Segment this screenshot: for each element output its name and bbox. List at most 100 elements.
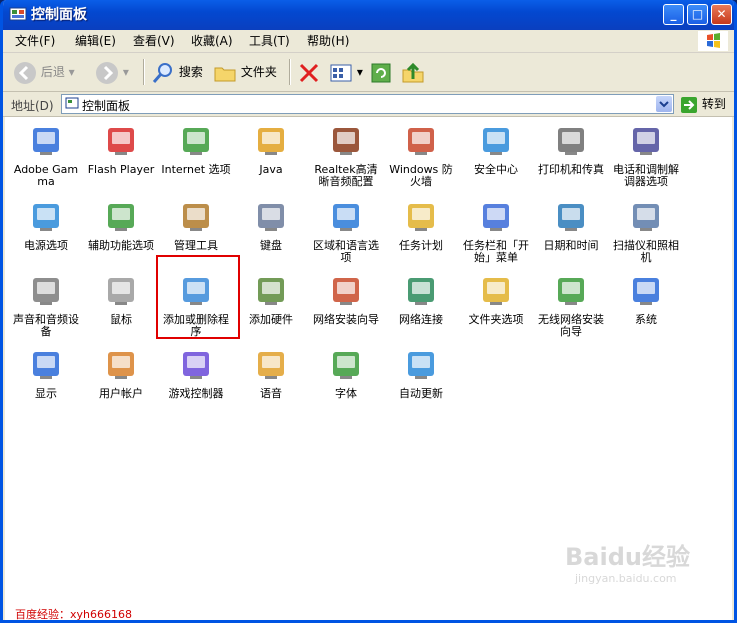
control-panel-item[interactable]: Adobe Gamma: [10, 123, 82, 188]
control-panel-item-label: 字体: [335, 387, 357, 400]
address-value: 控制面板: [82, 99, 131, 113]
go-label: 转到: [701, 97, 726, 111]
control-panel-item[interactable]: 安全中心: [460, 123, 532, 176]
control-panel-item[interactable]: 添加或删除程序: [160, 273, 232, 338]
system-icon: [633, 278, 659, 305]
control-panel-item-label: Java: [259, 163, 283, 176]
control-panel-item-label: 网络连接: [399, 313, 443, 326]
menu-view[interactable]: 查看(V): [133, 34, 175, 48]
firewall-icon: [408, 128, 434, 155]
accessibility-icon: [108, 204, 134, 231]
up-folder-button[interactable]: [401, 59, 425, 85]
toolbar: 后退 ▾ ▾ 搜索 文件夹 ▾: [3, 53, 734, 92]
control-panel-item[interactable]: Flash Player: [85, 123, 157, 176]
taskbar-icon: [483, 204, 509, 231]
control-panel-item[interactable]: 语音: [235, 347, 307, 400]
menu-file[interactable]: 文件(F): [15, 34, 55, 48]
menu-tools[interactable]: 工具(T): [249, 34, 290, 48]
back-button[interactable]: 后退 ▾: [13, 59, 75, 85]
keyboard-icon: [258, 204, 284, 231]
toolbar-separator: [143, 59, 145, 85]
delete-x-icon: [299, 63, 319, 82]
menu-help[interactable]: 帮助(H): [307, 34, 349, 48]
folder-icon: [214, 67, 236, 81]
control-panel-item[interactable]: 显示: [10, 347, 82, 400]
control-panel-item[interactable]: Realtek高清晰音频配置: [310, 123, 382, 188]
control-panel-item-label: 任务计划: [399, 239, 443, 252]
control-panel-item[interactable]: 任务栏和「开始」菜单: [460, 199, 532, 264]
control-panel-item[interactable]: Internet 选项: [160, 123, 232, 176]
printer-icon: [558, 128, 584, 155]
search-button[interactable]: 搜索: [151, 59, 203, 85]
views-button[interactable]: ▾: [329, 59, 363, 85]
close-button[interactable]: ✕: [711, 4, 732, 25]
wireless-icon: [558, 278, 584, 305]
control-panel-item-label: Windows 防火墙: [389, 163, 453, 188]
title-bar[interactable]: 控制面板 _ □ ✕: [3, 0, 734, 30]
shield-icon: [483, 128, 509, 155]
control-panel-item[interactable]: 网络安装向导: [310, 273, 382, 326]
control-panel-item-label: 游戏控制器: [168, 387, 224, 400]
refresh-button[interactable]: [369, 59, 393, 85]
minimize-button[interactable]: _: [663, 4, 684, 25]
refresh-icon: [371, 63, 391, 82]
control-panel-item[interactable]: 电话和调制解调器选项: [610, 123, 682, 188]
control-panel-item[interactable]: 日期和时间: [535, 199, 607, 252]
control-panel-item[interactable]: 网络连接: [385, 273, 457, 326]
toolbar-separator: [289, 59, 291, 85]
control-panel-item[interactable]: 管理工具: [160, 199, 232, 252]
address-bar: 地址(D) 控制面板 转到: [3, 92, 734, 117]
windows-update-icon: [408, 352, 434, 379]
mouse-icon: [108, 278, 134, 305]
control-panel-item[interactable]: 电源选项: [10, 199, 82, 252]
control-panel-item[interactable]: 鼠标: [85, 273, 157, 326]
control-panel-item-label: 鼠标: [110, 313, 132, 326]
display-icon: [33, 352, 59, 379]
control-panel-item[interactable]: 无线网络安装向导: [535, 273, 607, 338]
control-panel-item[interactable]: 键盘: [235, 199, 307, 252]
monitor-icon: [33, 128, 59, 155]
chevron-down-icon: [659, 101, 669, 108]
control-panel-item-label: 显示: [35, 387, 57, 400]
phone-icon: [633, 128, 659, 155]
control-panel-content: 百度经验：xyh666168 Baidu经验 jingyan.baidu.com…: [5, 117, 732, 620]
address-input[interactable]: 控制面板: [61, 94, 674, 114]
control-panel-small-icon: [65, 97, 79, 109]
control-panel-item-label: 任务栏和「开始」菜单: [463, 239, 529, 264]
control-panel-item[interactable]: 用户帐户: [85, 347, 157, 400]
control-panel-item[interactable]: 辅助功能选项: [85, 199, 157, 252]
control-panel-item[interactable]: Java: [235, 123, 307, 176]
address-label: 地址(D): [11, 99, 54, 113]
control-panel-item-label: 日期和时间: [543, 239, 599, 252]
control-panel-item-label: 声音和音频设备: [13, 313, 79, 338]
network-icon: [408, 278, 434, 305]
control-panel-item[interactable]: Windows 防火墙: [385, 123, 457, 188]
control-panel-item[interactable]: 打印机和传真: [535, 123, 607, 176]
address-dropdown-button[interactable]: [656, 96, 672, 112]
fonts-icon: [333, 352, 359, 379]
control-panel-item-label: Flash Player: [87, 163, 155, 176]
control-panel-item[interactable]: 字体: [310, 347, 382, 400]
delete-button[interactable]: [297, 59, 321, 85]
folders-button[interactable]: 文件夹: [213, 59, 277, 85]
control-panel-item[interactable]: 区域和语言选项: [310, 199, 382, 264]
admin-tools-icon: [183, 204, 209, 231]
control-panel-item-label: 电话和调制解调器选项: [613, 163, 679, 188]
go-button[interactable]: 转到: [680, 94, 726, 114]
control-panel-item[interactable]: 添加硬件: [235, 273, 307, 326]
power-icon: [33, 204, 59, 231]
maximize-button[interactable]: □: [687, 4, 708, 25]
menu-favorites[interactable]: 收藏(A): [191, 34, 233, 48]
control-panel-item[interactable]: 扫描仪和照相机: [610, 199, 682, 264]
control-panel-item[interactable]: 声音和音频设备: [10, 273, 82, 338]
forward-button[interactable]: ▾: [95, 59, 129, 85]
watermark-brand: Baidu经验: [565, 543, 690, 571]
control-panel-item[interactable]: 任务计划: [385, 199, 457, 252]
search-label: 搜索: [178, 65, 203, 79]
menu-edit[interactable]: 编辑(E): [75, 34, 116, 48]
control-panel-item[interactable]: 游戏控制器: [160, 347, 232, 400]
control-panel-item-label: 语音: [260, 387, 282, 400]
control-panel-item[interactable]: 系统: [610, 273, 682, 326]
control-panel-item[interactable]: 自动更新: [385, 347, 457, 400]
control-panel-item[interactable]: 文件夹选项: [460, 273, 532, 326]
